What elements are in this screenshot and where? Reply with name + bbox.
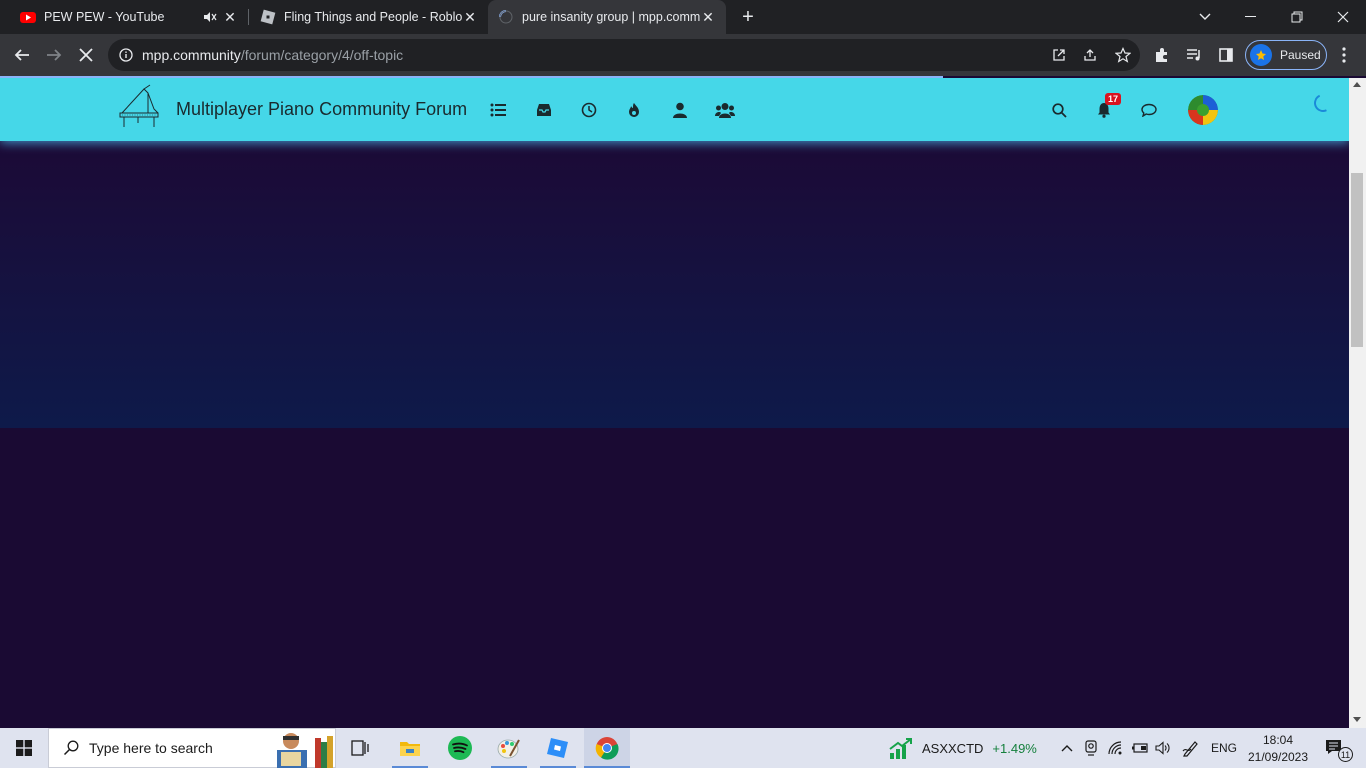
notifications-count-badge: 17 bbox=[1105, 93, 1122, 105]
windows-taskbar: Type here to search ASXXCTD +1.49% ENG 1… bbox=[0, 728, 1366, 768]
forum-header: Multiplayer Piano Community Forum 17 bbox=[0, 78, 1349, 141]
categories-list-icon[interactable] bbox=[488, 100, 508, 120]
clock[interactable]: 18:04 21/09/2023 bbox=[1244, 728, 1312, 768]
address-bar[interactable]: mpp.community/forum/category/4/off-topic bbox=[108, 39, 1140, 71]
notification-count-badge: 11 bbox=[1338, 747, 1353, 762]
forward-arrow-icon[interactable] bbox=[42, 43, 66, 67]
media-control-icon[interactable] bbox=[1182, 43, 1206, 67]
forum-title[interactable]: Multiplayer Piano Community Forum bbox=[176, 99, 467, 120]
search-placeholder: Type here to search bbox=[89, 740, 213, 756]
tab-search-icon[interactable] bbox=[1182, 0, 1228, 34]
browser-toolbar: mpp.community/forum/category/4/off-topic… bbox=[0, 34, 1366, 76]
restore-icon[interactable] bbox=[1274, 0, 1320, 34]
recent-clock-icon[interactable] bbox=[579, 100, 599, 120]
youtube-icon bbox=[20, 12, 36, 23]
user-icon[interactable] bbox=[670, 100, 690, 120]
url-text: mpp.community/forum/category/4/off-topic bbox=[142, 47, 403, 63]
search-icon[interactable] bbox=[1049, 100, 1069, 120]
chrome-icon[interactable] bbox=[584, 728, 630, 768]
pen-workspace-icon[interactable] bbox=[1180, 728, 1202, 768]
profile-button[interactable]: Paused bbox=[1245, 40, 1327, 70]
page-scrollbar[interactable] bbox=[1349, 78, 1366, 728]
close-icon[interactable]: ✕ bbox=[222, 9, 238, 25]
user-avatar[interactable] bbox=[1188, 95, 1218, 125]
stock-change: +1.49% bbox=[992, 740, 1037, 756]
share-icon[interactable] bbox=[1079, 43, 1103, 67]
volume-icon[interactable] bbox=[1153, 728, 1173, 768]
close-icon[interactable]: ✕ bbox=[462, 9, 478, 25]
url-path: /forum/category/4/off-topic bbox=[240, 47, 404, 63]
webcam-icon[interactable] bbox=[1082, 728, 1100, 768]
roblox-icon bbox=[260, 9, 276, 25]
taskbar-search-box[interactable]: Type here to search bbox=[48, 728, 336, 768]
chat-bubble-icon[interactable] bbox=[1139, 100, 1159, 120]
menu-kebab-icon[interactable] bbox=[1332, 43, 1356, 67]
scroll-down-arrow-icon[interactable] bbox=[1353, 717, 1361, 722]
search-icon bbox=[63, 740, 79, 756]
new-tab-button[interactable]: + bbox=[726, 0, 770, 34]
clock-time: 18:04 bbox=[1262, 732, 1294, 747]
wifi-icon[interactable] bbox=[1106, 728, 1126, 768]
scroll-thumb[interactable] bbox=[1351, 173, 1363, 347]
tab-title: Fling Things and People - Roblox bbox=[284, 10, 462, 24]
profile-status: Paused bbox=[1280, 48, 1321, 62]
category-hero-banner bbox=[0, 141, 1349, 428]
tab-strip: PEW PEW - YouTube ✕ Fling Things and Peo… bbox=[0, 0, 1366, 34]
stop-loading-icon[interactable] bbox=[74, 43, 98, 67]
roblox-studio-icon[interactable] bbox=[538, 728, 578, 768]
tab-youtube[interactable]: PEW PEW - YouTube ✕ bbox=[0, 0, 248, 34]
speaker-muted-icon[interactable] bbox=[202, 9, 218, 25]
windows-start-icon[interactable] bbox=[0, 728, 48, 768]
open-in-app-icon[interactable] bbox=[1047, 43, 1071, 67]
page-viewport: Multiplayer Piano Community Forum 17 bbox=[0, 78, 1349, 728]
clock-date: 21/09/2023 bbox=[1247, 749, 1309, 764]
minimize-icon[interactable] bbox=[1228, 0, 1274, 34]
tab-mpp-forum[interactable]: pure insanity group | mpp.comm ✕ bbox=[488, 0, 726, 34]
popular-fire-icon[interactable] bbox=[624, 100, 644, 120]
tab-roblox[interactable]: Fling Things and People - Roblox ✕ bbox=[240, 0, 488, 34]
language-label: ENG bbox=[1210, 741, 1237, 755]
groups-icon[interactable] bbox=[715, 100, 735, 120]
stock-chart-icon bbox=[889, 738, 912, 759]
task-view-icon[interactable] bbox=[336, 728, 384, 768]
side-panel-icon[interactable] bbox=[1214, 43, 1238, 67]
piano-logo-icon[interactable] bbox=[118, 83, 162, 131]
inbox-icon[interactable] bbox=[534, 100, 554, 120]
spotify-icon[interactable] bbox=[440, 728, 480, 768]
tab-title: pure insanity group | mpp.comm bbox=[522, 10, 700, 24]
profile-avatar bbox=[1250, 44, 1272, 66]
bookmark-star-icon[interactable] bbox=[1111, 43, 1135, 67]
file-explorer-icon[interactable] bbox=[390, 728, 430, 768]
site-info-icon[interactable] bbox=[114, 43, 138, 67]
stock-widget[interactable]: ASXXCTD +1.49% bbox=[888, 728, 1044, 768]
loading-spinner-icon bbox=[1311, 91, 1335, 115]
search-highlight-illustration-icon bbox=[277, 733, 333, 768]
input-language[interactable]: ENG bbox=[1208, 728, 1240, 768]
scroll-up-arrow-icon[interactable] bbox=[1353, 82, 1361, 87]
paint-icon[interactable] bbox=[489, 728, 529, 768]
tab-title: PEW PEW - YouTube bbox=[44, 10, 165, 24]
close-icon[interactable]: ✕ bbox=[700, 9, 716, 25]
close-window-icon[interactable] bbox=[1320, 0, 1366, 34]
battery-icon[interactable] bbox=[1130, 728, 1150, 768]
extensions-icon[interactable] bbox=[1150, 43, 1174, 67]
loading-spinner-icon bbox=[499, 10, 513, 24]
tray-overflow-chevron-icon[interactable] bbox=[1058, 728, 1076, 768]
url-host: mpp.community bbox=[142, 47, 241, 63]
stock-ticker: ASXXCTD bbox=[922, 740, 984, 756]
action-center-icon[interactable]: 11 bbox=[1318, 728, 1353, 768]
back-arrow-icon[interactable] bbox=[10, 43, 34, 67]
